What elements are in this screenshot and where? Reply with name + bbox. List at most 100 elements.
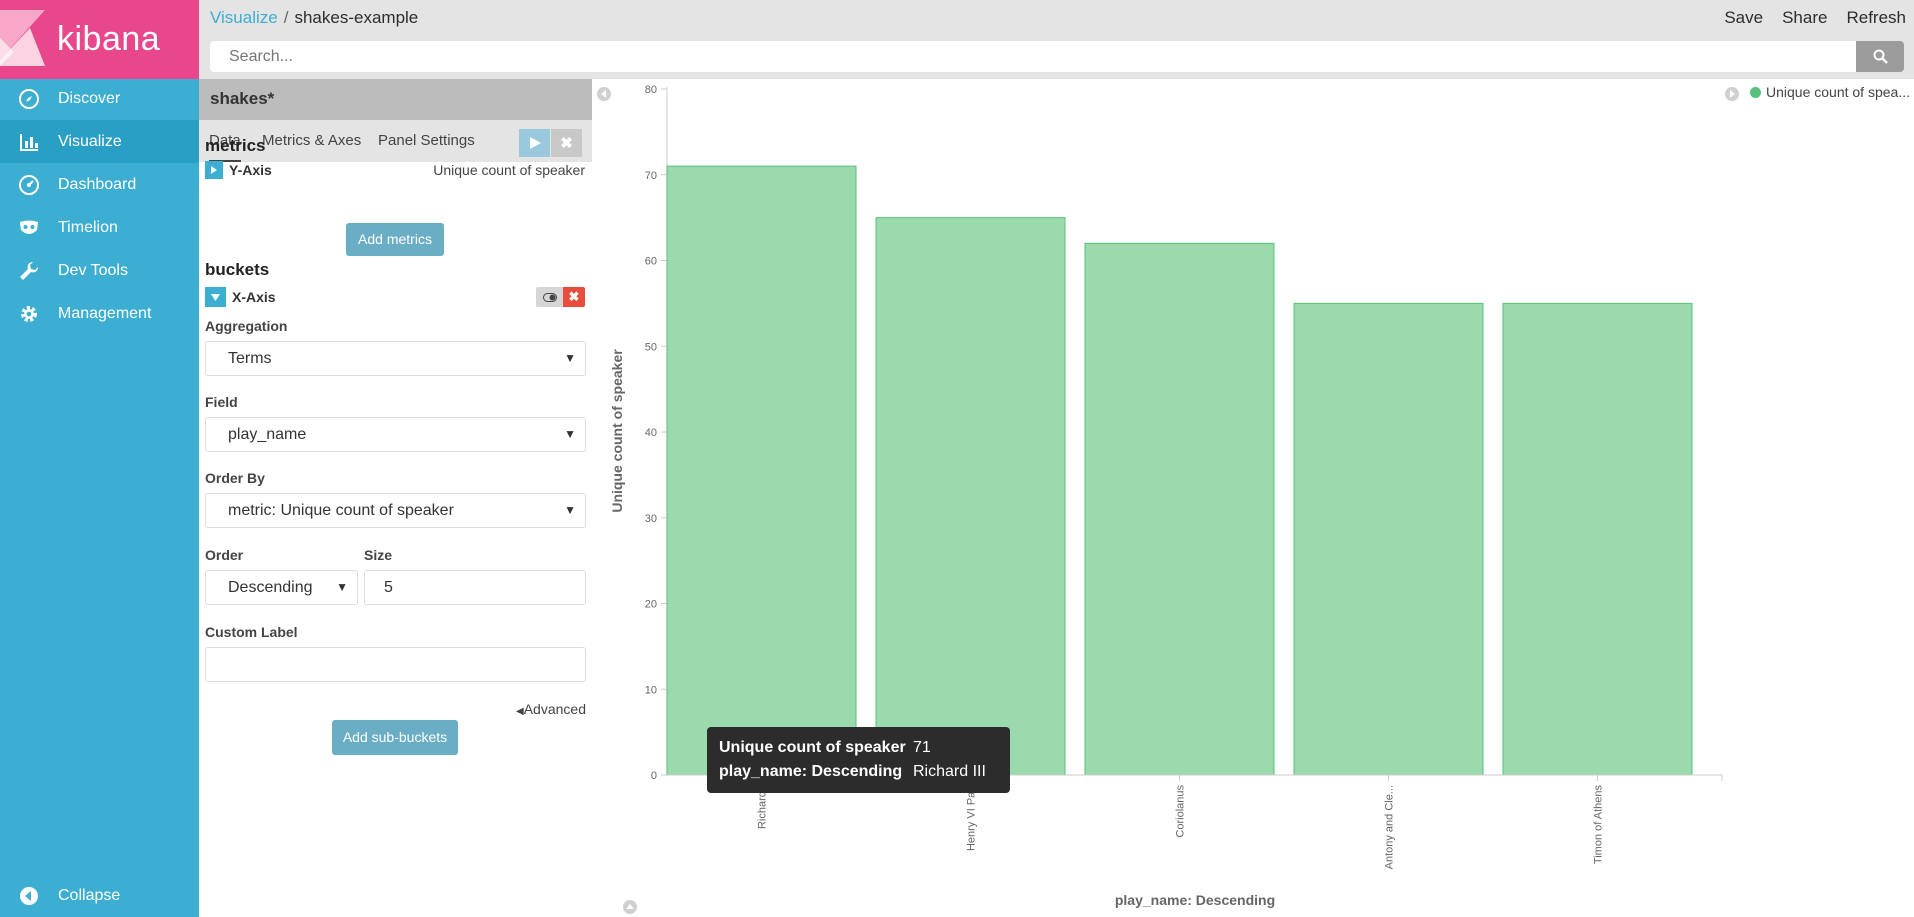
search-icon (1873, 49, 1888, 64)
toggle-icon (542, 292, 557, 302)
caret-left-icon: ◀ (516, 706, 524, 717)
expand-metric-toggle[interactable] (205, 161, 223, 179)
bar[interactable] (666, 165, 857, 776)
compass-icon (0, 88, 58, 110)
wrench-icon (0, 260, 58, 282)
order-by-value: metric: Unique count of speaker (228, 502, 454, 519)
breadcrumb-current: shakes-example (294, 8, 419, 27)
kibana-logo[interactable]: kibana (0, 0, 199, 79)
field-select[interactable]: play_name ▼ (205, 417, 586, 452)
search-button[interactable] (1856, 41, 1904, 72)
kibana-logo-icon (0, 10, 45, 66)
advanced-toggle[interactable]: ◀Advanced (516, 701, 586, 717)
custom-label-label: Custom Label (205, 624, 298, 640)
add-sub-buckets-button[interactable]: Add sub-buckets (332, 720, 458, 755)
advanced-label: Advanced (523, 701, 586, 717)
aggregation-select[interactable]: Terms ▼ (205, 341, 586, 376)
y-tick-label: 30 (645, 513, 657, 525)
top-bar: Visualize / shakes-example Save Share Refr… (199, 0, 1914, 79)
sidebar-item-timelion[interactable]: Timelion (0, 206, 199, 249)
bar[interactable] (1293, 302, 1484, 776)
tooltip-value: Richard III (913, 763, 986, 780)
sidebar: kibana Discover Visualize Dashboard Time… (0, 0, 199, 917)
collapse-bucket-toggle[interactable] (205, 287, 226, 307)
y-tick-label: 70 (645, 170, 657, 182)
y-tick-label: 50 (645, 341, 657, 353)
collapse-label: Collapse (58, 886, 121, 904)
tooltip-key: play_name: Descending (719, 763, 903, 780)
refresh-button[interactable]: Refresh (1846, 8, 1906, 28)
sidebar-item-discover[interactable]: Discover (0, 77, 199, 120)
tab-metrics-axes[interactable]: Metrics & Axes (262, 120, 361, 162)
x-axis-label: play_name: Descending (1115, 892, 1275, 908)
metrics-section-title: metrics (205, 136, 266, 155)
size-input[interactable]: 5 (364, 570, 586, 605)
y-tick-label: 10 (645, 684, 657, 696)
discard-changes-button[interactable]: ✖ (551, 129, 582, 157)
sidebar-item-management[interactable]: Management (0, 292, 199, 335)
bar-chart-icon (0, 131, 58, 153)
kibana-app: kibana Discover Visualize Dashboard Time… (0, 0, 1914, 917)
editor-panel: shakes* Data Metrics & Axes Panel Settin… (199, 79, 592, 917)
mask-icon (0, 217, 58, 239)
search-input[interactable] (210, 41, 1856, 72)
order-select[interactable]: Descending ▼ (205, 570, 358, 605)
tab-panel-settings[interactable]: Panel Settings (378, 120, 475, 162)
custom-label-input[interactable] (205, 647, 586, 682)
caret-down-icon: ▼ (336, 580, 348, 594)
caret-down-icon: ▼ (564, 503, 576, 517)
tooltip-key: Unique count of speaker (719, 739, 906, 756)
bar[interactable] (1502, 302, 1693, 776)
order-by-label: Order By (205, 470, 265, 486)
chevron-right-icon (211, 166, 217, 174)
index-pattern-title: shakes* (199, 79, 592, 120)
bucket-label: X-Axis (232, 289, 276, 305)
order-by-select[interactable]: metric: Unique count of speaker ▼ (205, 493, 586, 528)
sidebar-item-dev-tools[interactable]: Dev Tools (0, 249, 199, 292)
apply-changes-button[interactable] (519, 129, 550, 157)
breadcrumb: Visualize / shakes-example (210, 8, 418, 28)
bucket-x-axis-row[interactable]: X-Axis ✖ (205, 286, 585, 308)
share-button[interactable]: Share (1782, 8, 1827, 28)
add-metrics-button[interactable]: Add metrics (346, 223, 444, 256)
remove-bucket-button[interactable]: ✖ (563, 287, 585, 307)
sidebar-item-label: Visualize (58, 132, 122, 150)
y-tick-label: 80 (645, 84, 657, 96)
caret-down-icon: ▼ (564, 427, 576, 441)
bars (666, 165, 1693, 776)
sidebar-item-visualize[interactable]: Visualize (0, 120, 199, 163)
sidebar-collapse-button[interactable]: Collapse (0, 874, 199, 917)
sidebar-item-label: Management (58, 304, 152, 322)
metric-y-axis-row[interactable]: Y-Axis Unique count of speaker (205, 159, 585, 181)
y-tick-label: 60 (645, 256, 657, 268)
legend[interactable]: Unique count of spea... (1750, 84, 1910, 100)
breadcrumb-separator: / (283, 8, 289, 27)
y-tick-label: 20 (645, 599, 657, 611)
legend-swatch (1750, 86, 1761, 98)
sidebar-item-label: Dashboard (58, 175, 137, 193)
metric-label: Y-Axis (229, 162, 272, 178)
tooltip-row: Unique count of speaker 71 (719, 736, 998, 760)
gauge-icon (0, 174, 58, 196)
x-tick-label: Henry VI Part (966, 785, 978, 851)
bucket-controls: ✖ (536, 287, 585, 307)
tooltip-row: play_name: Descending Richard III (719, 760, 998, 784)
aggregation-value: Terms (228, 350, 272, 367)
bar[interactable] (875, 217, 1066, 776)
sidebar-item-dashboard[interactable]: Dashboard (0, 163, 199, 206)
collapse-icon (0, 885, 58, 907)
field-value: play_name (228, 426, 307, 443)
bar[interactable] (1084, 242, 1275, 776)
x-tick-label: Coriolanus (1175, 785, 1187, 838)
toggle-bucket-button[interactable] (536, 287, 563, 307)
x-tick-label: Timon of Athens (1593, 785, 1605, 865)
breadcrumb-visualize-link[interactable]: Visualize (210, 8, 278, 27)
aggregation-label: Aggregation (205, 318, 288, 334)
save-button[interactable]: Save (1724, 8, 1763, 28)
tooltip-value: 71 (913, 739, 931, 756)
order-value: Descending (228, 579, 313, 596)
legend-label: Unique count of spea... (1766, 84, 1910, 100)
chevron-down-icon (211, 293, 220, 301)
y-axis-label: Unique count of speaker (609, 349, 625, 513)
gear-icon (0, 303, 58, 325)
